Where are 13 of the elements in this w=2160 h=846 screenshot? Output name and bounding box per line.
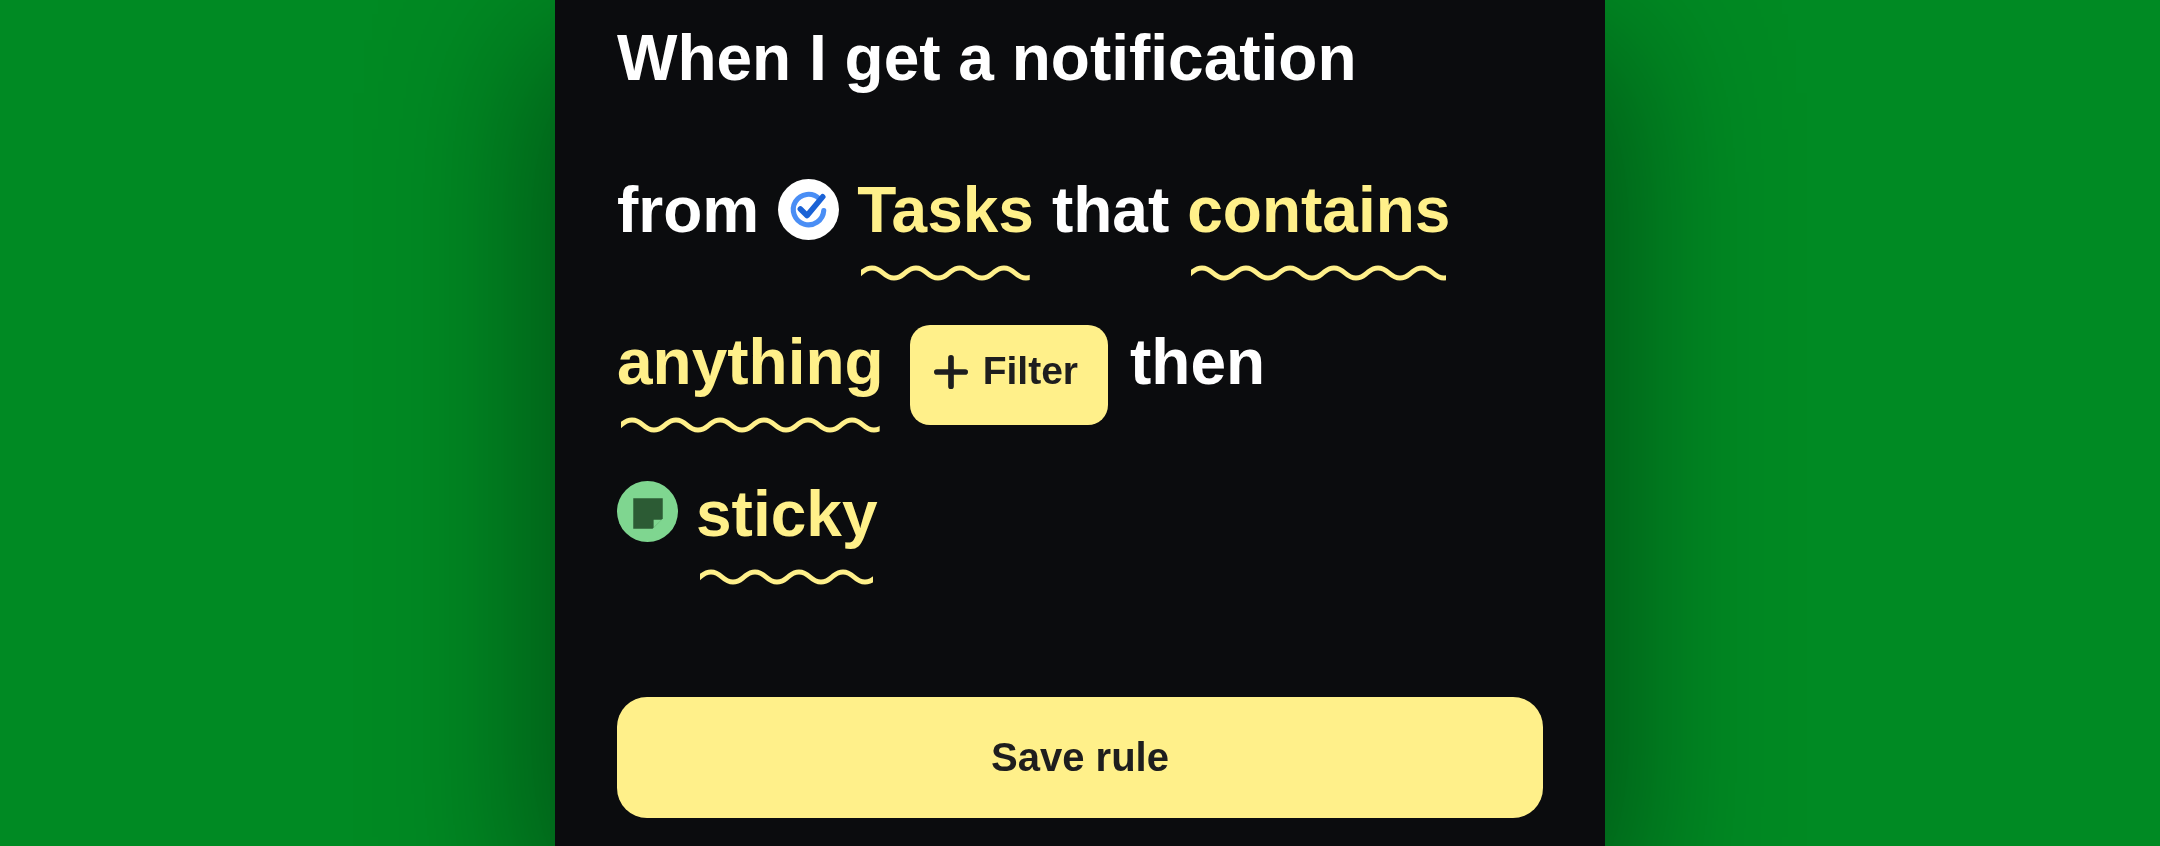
sentence-text: from: [617, 174, 760, 246]
choice-link[interactable]: sticky: [696, 479, 878, 587]
sentence-text: When I get a notification: [617, 22, 1357, 94]
check-circle-icon: [778, 179, 840, 240]
plus-icon: [933, 355, 968, 389]
save-button[interactable]: Save rule: [617, 697, 1543, 818]
choice-link[interactable]: contains: [1187, 175, 1451, 283]
sentence-text: that: [1051, 174, 1170, 246]
choice-link[interactable]: Tasks: [857, 175, 1034, 283]
sticky-note-icon: [617, 481, 678, 542]
add-filter-button[interactable]: Filter: [909, 325, 1108, 425]
choice-link[interactable]: anything: [617, 327, 884, 435]
sentence-text: then: [1130, 326, 1266, 398]
